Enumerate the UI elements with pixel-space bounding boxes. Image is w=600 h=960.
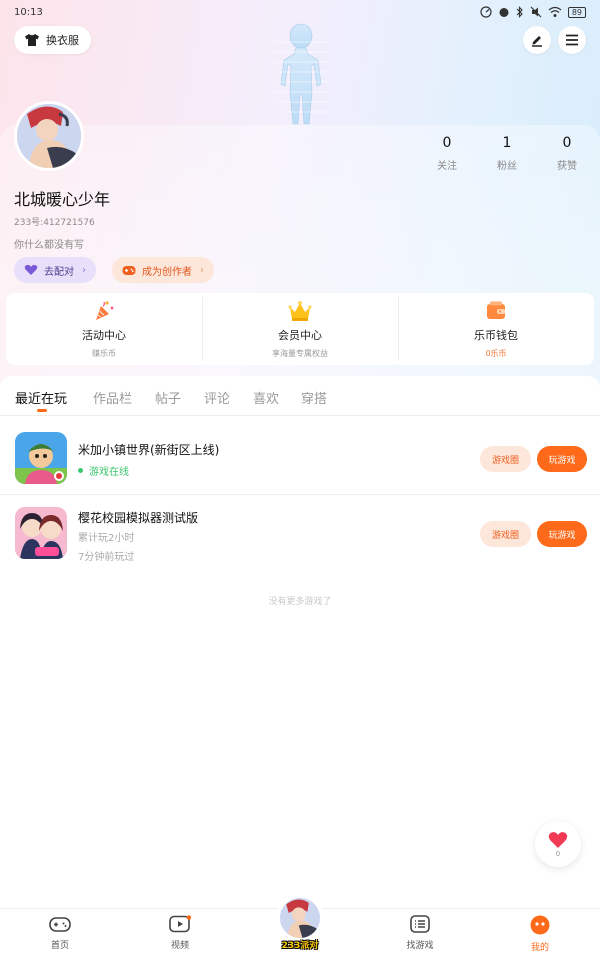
game-row[interactable]: 樱花校园模拟器测试版 累计玩2小时 7分钟前玩过 游戏圈 玩游戏 [0,498,600,566]
match-button[interactable]: 去配对 › [14,257,96,283]
gamepad-icon [122,265,136,275]
heart-icon [548,831,568,848]
coin-wallet-sub: 0乐币 [485,349,507,358]
stat-followers-label: 粉丝 [497,161,517,172]
match-label: 去配对 [44,266,74,278]
stat-followers[interactable]: 1 粉丝 [477,135,537,172]
wallet-icon [487,301,505,319]
status-icons: 89 [480,6,586,18]
edit-icon [532,36,542,47]
nav-party-label: 233派对 [281,941,319,951]
play-game-button[interactable]: 玩游戏 [537,521,587,547]
content-panel: 最近在玩 作品栏 帖子 评论 喜欢 穿搭 米加小镇世界(新街区上线) 游戏在线 … [0,376,600,908]
nav-home-label: 首页 [50,941,69,951]
list-icon [410,915,430,933]
game-last-played: 7分钟前玩过 [78,552,135,563]
battery-indicator: 89 [567,6,586,18]
mute-icon [530,6,542,18]
status-time: 10:13 [14,6,43,18]
services-card: 活动中心 赚乐币 会员中心 享海量专属权益 乐币钱包 0乐币 [6,293,594,365]
game-icon-sakura [15,507,67,559]
party-avatar-icon [280,898,320,938]
activity-center-sub: 赚乐币 [92,349,116,358]
edit-profile-button[interactable] [523,26,551,54]
game-circle-button[interactable]: 游戏圈 [480,446,531,472]
become-creator-button[interactable]: 成为创作者 › [112,257,214,283]
chevron-right-icon: › [200,264,204,276]
become-creator-label: 成为创作者 [142,266,192,278]
nav-find-games-label: 找游戏 [406,941,434,951]
floating-like-count: 0 [555,849,561,858]
stat-following-count: 0 [442,135,452,151]
coin-wallet[interactable]: 乐币钱包 0乐币 [398,293,594,365]
activity-center[interactable]: 活动中心 赚乐币 [6,293,202,365]
bluetooth-icon [516,6,523,18]
change-outfit-button[interactable]: 换衣服 [14,26,91,54]
tab-recent-played[interactable]: 最近在玩 [15,388,67,407]
no-more-games-text: 没有更多游戏了 [268,597,332,607]
game-online-status: 游戏在线 [78,463,129,478]
nav-video[interactable]: 视频 [150,915,210,951]
tab-posts[interactable]: 帖子 [155,388,181,407]
game-title: 米加小镇世界(新街区上线) [78,443,220,457]
speed-icon [480,6,492,18]
gamepad-icon [49,917,71,932]
floating-like-button[interactable]: 0 [535,821,581,867]
nav-me[interactable]: 我的 [510,915,570,953]
nav-home[interactable]: 首页 [30,915,90,951]
user-bio: 你什么都没有写 [14,240,84,251]
stat-followers-count: 1 [502,135,512,151]
alarm-icon [499,8,509,17]
game-online-label: 游戏在线 [89,467,129,478]
user-nickname: 北城暖心少年 [14,190,111,209]
game-circle-button[interactable]: 游戏圈 [480,521,531,547]
video-icon [169,915,191,933]
party-popper-icon [96,301,114,320]
user-avatar[interactable] [14,101,84,171]
game-icon-toca [15,432,67,484]
user-id: 233号:412721576 [14,218,95,228]
tab-active-indicator [37,409,47,412]
menu-button[interactable] [558,26,586,54]
tshirt-icon [25,34,39,46]
coin-wallet-title: 乐币钱包 [474,329,518,342]
tab-likes[interactable]: 喜欢 [253,388,279,407]
change-outfit-label: 换衣服 [46,34,79,47]
menu-icon [566,34,578,46]
play-game-button[interactable]: 玩游戏 [537,446,587,472]
stat-likes-count: 0 [562,135,572,151]
heart-pair-icon [24,264,38,275]
status-bar: 10:13 89 [0,0,600,24]
chevron-right-icon: › [82,264,86,276]
tab-works[interactable]: 作品栏 [93,388,132,407]
stat-following-label: 关注 [437,161,457,172]
online-dot-icon [78,468,83,473]
profile-tabs: 最近在玩 作品栏 帖子 评论 喜欢 穿搭 [0,376,600,416]
tab-comments[interactable]: 评论 [204,388,230,407]
stat-following[interactable]: 0 关注 [417,135,477,172]
vip-center-title: 会员中心 [278,329,322,342]
nav-find-games[interactable]: 找游戏 [390,915,450,951]
nav-video-label: 视频 [170,941,189,951]
vip-center[interactable]: 会员中心 享海量专属权益 [202,293,398,365]
wifi-icon [548,6,562,17]
me-icon [530,915,550,935]
user-avatar-image [17,104,81,168]
stat-likes[interactable]: 0 获赞 [537,135,597,172]
game-playtime: 累计玩2小时 [78,533,135,544]
game-title: 樱花校园模拟器测试版 [78,511,199,525]
game-row[interactable]: 米加小镇世界(新街区上线) 游戏在线 游戏圈 玩游戏 [0,427,600,495]
tab-outfits[interactable]: 穿搭 [301,388,327,407]
stat-likes-label: 获赞 [557,161,577,172]
nav-me-label: 我的 [530,943,549,953]
avatar-3d-hologram [274,23,328,125]
vip-center-sub: 享海量专属权益 [272,349,328,358]
activity-center-title: 活动中心 [82,329,126,342]
nav-party[interactable] [276,894,324,942]
crown-icon [288,301,312,321]
